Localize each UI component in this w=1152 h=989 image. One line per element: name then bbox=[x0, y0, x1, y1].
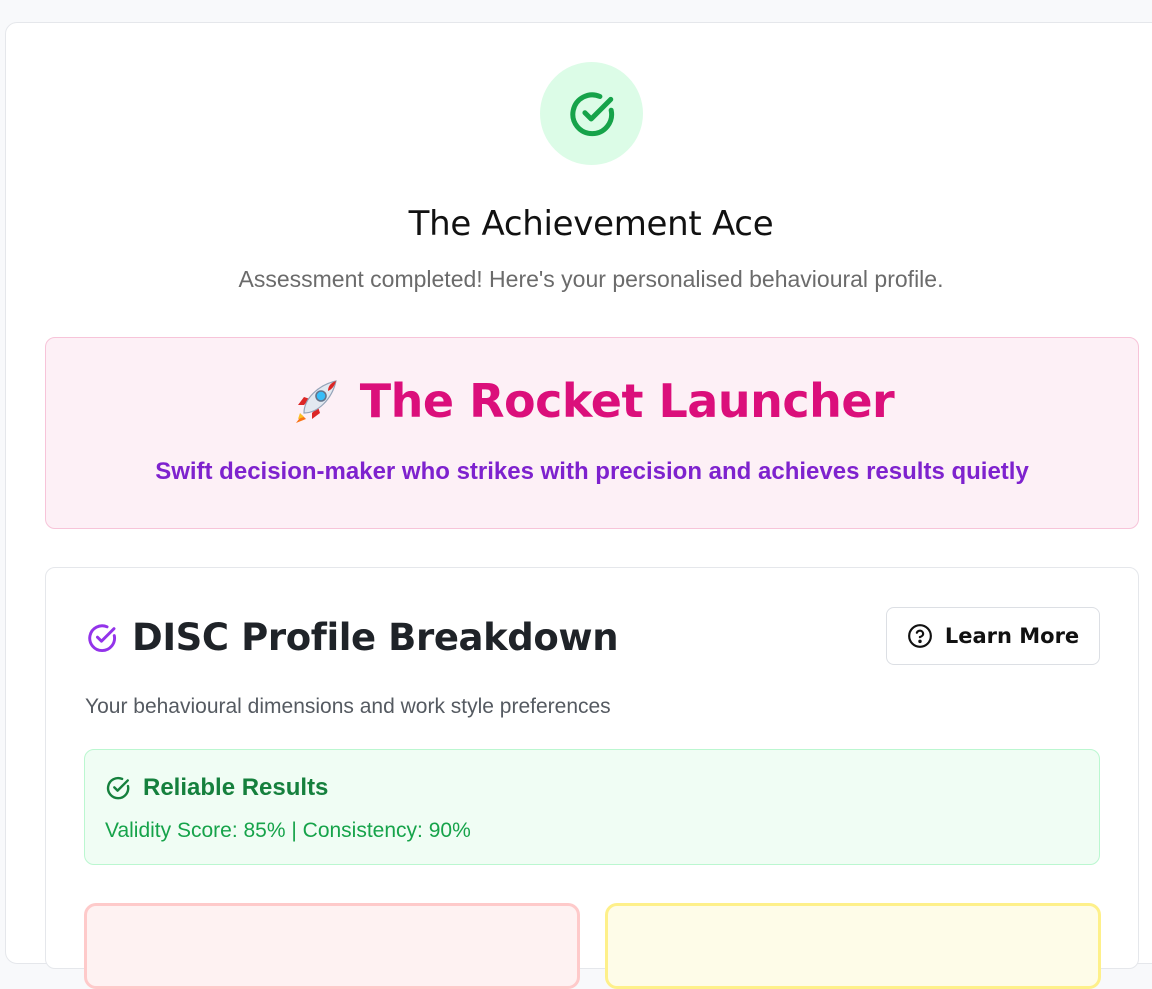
disc-profile-card: DISC Profile Breakdown Learn More Your b… bbox=[45, 567, 1139, 989]
persona-description: Swift decision-maker who strikes with pr… bbox=[155, 458, 1029, 485]
disc-description: Your behavioural dimensions and work sty… bbox=[85, 695, 611, 718]
check-circle-icon bbox=[88, 623, 116, 652]
reliability-header: Reliable Results bbox=[105, 774, 328, 802]
reliability-title: Reliable Results bbox=[143, 774, 329, 801]
check-circle-icon bbox=[569, 91, 614, 136]
disc-dimension-card bbox=[84, 903, 580, 989]
learn-more-button[interactable]: Learn More bbox=[886, 607, 1100, 665]
reliability-banner: Reliable Results Validity Score: 85% | C… bbox=[84, 749, 1100, 865]
result-subtitle: Assessment completed! Here's your person… bbox=[238, 266, 944, 292]
learn-more-label: Learn More bbox=[944, 624, 1080, 648]
disc-header: DISC Profile Breakdown bbox=[86, 616, 619, 659]
disc-dimension-card bbox=[605, 903, 1101, 989]
persona-title: The Rocket Launcher bbox=[359, 374, 895, 428]
persona-banner: The Rocket Launcher Swift decision-maker… bbox=[45, 337, 1139, 529]
check-circle-icon bbox=[106, 776, 130, 800]
success-badge bbox=[540, 62, 643, 165]
reliability-stats: Validity Score: 85% | Consistency: 90% bbox=[105, 819, 471, 842]
result-title: The Achievement Ace bbox=[408, 204, 774, 244]
rocket-icon bbox=[295, 380, 337, 423]
persona-title-row: The Rocket Launcher bbox=[46, 374, 1138, 428]
help-circle-icon bbox=[907, 624, 932, 648]
disc-title: DISC Profile Breakdown bbox=[132, 616, 619, 659]
